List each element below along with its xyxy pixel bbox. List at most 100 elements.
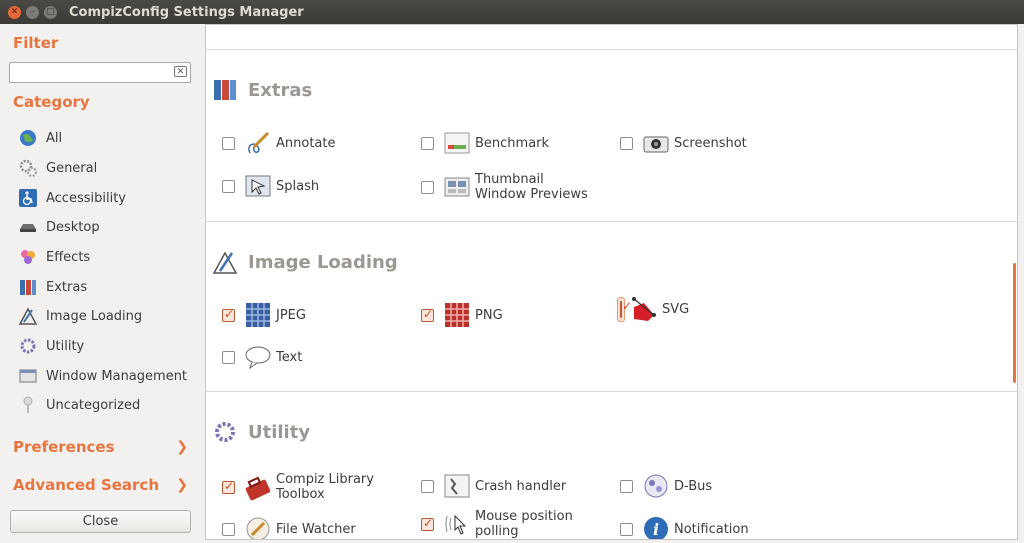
camera-icon	[642, 129, 670, 157]
window-close-icon[interactable]: ✕	[8, 5, 21, 19]
category-extras[interactable]: Extras	[18, 276, 87, 298]
section-title-text: Utility	[248, 421, 311, 443]
benchmark-icon	[443, 129, 471, 157]
plugin-label-line: Thumbnail	[475, 172, 544, 187]
plugin-crash-handler[interactable]: Crash handler	[421, 472, 566, 500]
plugin-label-line: polling	[475, 524, 519, 539]
plugin-checkbox[interactable]	[222, 179, 235, 193]
vertical-scrollbar[interactable]	[1013, 263, 1016, 383]
preferences-expander[interactable]: Preferences ❯	[13, 438, 188, 456]
plugin-label: SVG	[662, 301, 690, 317]
chevron-right-icon: ❯	[176, 477, 188, 493]
category-uncategorized[interactable]: Uncategorized	[18, 394, 140, 416]
plugin-checkbox[interactable]	[421, 516, 434, 531]
plugin-notification[interactable]: i Notification	[620, 515, 749, 539]
window-minimize-icon[interactable]: –	[26, 5, 39, 19]
category-image-loading[interactable]: Image Loading	[18, 305, 142, 327]
plugin-mouse-position-polling[interactable]: Mouse positionpolling	[421, 509, 573, 539]
plugin-splash[interactable]: Splash	[222, 172, 319, 200]
category-window-management[interactable]: Window Management	[18, 365, 187, 387]
advanced-search-expander[interactable]: Advanced Search ❯	[13, 476, 188, 494]
plugin-label: File Watcher	[276, 521, 356, 537]
plugin-label: Screenshot	[674, 135, 747, 151]
plugin-label: Thumbnail Window Previews	[475, 172, 588, 202]
window-edge	[1018, 24, 1024, 543]
plugin-label: Annotate	[276, 135, 336, 151]
plugin-checkbox[interactable]	[620, 300, 622, 318]
plugin-checkbox[interactable]	[620, 479, 633, 493]
category-all[interactable]: All	[18, 127, 62, 149]
plugin-checkbox[interactable]	[222, 350, 235, 364]
close-button[interactable]: Close	[10, 510, 191, 533]
plugin-checkbox[interactable]	[222, 307, 235, 322]
mouse-position-icon	[443, 510, 471, 538]
chevron-right-icon: ❯	[176, 439, 188, 455]
window-maximize-icon[interactable]: □	[44, 5, 57, 19]
splash-icon	[244, 172, 272, 200]
plugin-checkbox[interactable]	[620, 136, 633, 150]
text-icon	[244, 343, 272, 371]
jpeg-icon	[244, 301, 272, 329]
category-label: Uncategorized	[46, 397, 141, 413]
png-icon	[443, 301, 471, 329]
plugin-label: JPEG	[276, 307, 306, 323]
category-general[interactable]: General	[18, 157, 97, 179]
plugin-checkbox[interactable]	[421, 307, 434, 322]
plugin-label: Crash handler	[475, 478, 567, 494]
plugin-dbus[interactable]: D-Bus	[620, 472, 712, 500]
category-effects[interactable]: Effects	[18, 246, 90, 268]
crash-icon	[443, 472, 471, 500]
plugin-checkbox[interactable]	[222, 136, 235, 150]
annotate-icon	[244, 129, 272, 157]
gear-icon	[18, 336, 38, 356]
paint-icon	[212, 249, 238, 275]
category-label: Image Loading	[46, 308, 143, 324]
books-icon	[18, 277, 38, 297]
plugin-checkbox-focus[interactable]	[617, 296, 625, 322]
plugin-label: Notification	[674, 521, 749, 537]
plugin-thumbnail[interactable]: Thumbnail Window Previews	[421, 172, 588, 202]
plugin-checkbox[interactable]	[421, 180, 434, 194]
category-accessibility[interactable]: Accessibility	[18, 187, 126, 209]
plugin-benchmark[interactable]: Benchmark	[421, 129, 549, 157]
plugin-screenshot[interactable]: Screenshot	[620, 129, 747, 157]
plugin-svg[interactable]: SVG	[617, 295, 690, 323]
category-utility[interactable]: Utility	[18, 335, 84, 357]
clear-filter-icon[interactable]: ✕	[174, 66, 187, 77]
filter-input[interactable]: ✕	[9, 62, 191, 83]
thumbnail-icon	[443, 173, 471, 201]
window-title: CompizConfig Settings Manager	[69, 4, 304, 20]
filter-heading: Filter	[13, 34, 59, 52]
category-label: Accessibility	[46, 190, 126, 206]
plugin-compiz-library-toolbox[interactable]: Compiz LibraryToolbox	[222, 472, 374, 502]
category-label: Effects	[46, 249, 91, 265]
category-label: Desktop	[46, 219, 100, 235]
plugin-checkbox[interactable]	[421, 479, 434, 493]
plugin-label: D-Bus	[674, 478, 713, 494]
plugins-pane[interactable]: Extras Annotate Benchmark Screenshot Spl…	[205, 24, 1018, 540]
category-heading: Category	[13, 93, 90, 111]
file-watcher-icon	[244, 515, 272, 539]
plugin-file-watcher[interactable]: File Watcher	[222, 515, 356, 539]
plugin-checkbox[interactable]	[421, 136, 434, 150]
toolbox-icon	[244, 473, 272, 501]
plugin-label-line: Toolbox	[276, 487, 325, 502]
plugin-jpeg[interactable]: JPEG	[222, 301, 306, 329]
plugin-annotate[interactable]: Annotate	[222, 129, 335, 157]
plugin-checkbox[interactable]	[222, 522, 235, 536]
info-icon: i	[642, 515, 670, 539]
advanced-search-label: Advanced Search	[13, 476, 160, 494]
section-divider	[206, 221, 1017, 222]
plugin-png[interactable]: PNG	[421, 301, 503, 329]
plugin-checkbox[interactable]	[620, 522, 633, 536]
plugin-checkbox[interactable]	[222, 479, 235, 494]
plugin-text[interactable]: Text	[222, 343, 302, 371]
paint-icon	[18, 306, 38, 326]
gears-icon	[18, 158, 38, 178]
sidebar: Filter ✕ Category All General Accessibil…	[0, 24, 205, 543]
plugin-label: Mouse position polling	[475, 509, 573, 539]
category-label: General	[46, 160, 98, 176]
category-desktop[interactable]: Desktop	[18, 216, 100, 238]
section-divider	[206, 391, 1017, 392]
dbus-icon	[642, 472, 670, 500]
